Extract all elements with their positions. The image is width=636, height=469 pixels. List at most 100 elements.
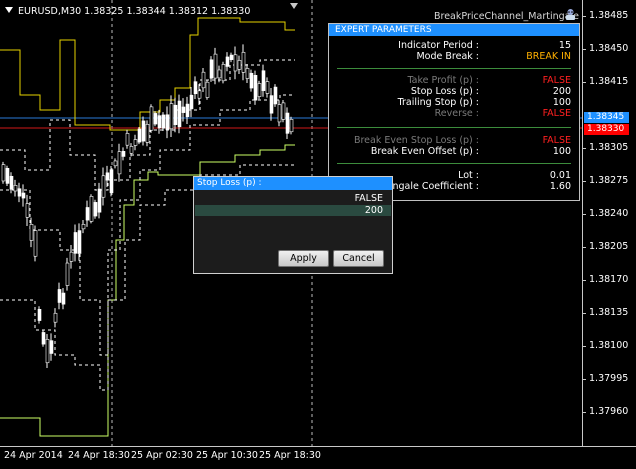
- candle-body: [57, 289, 62, 303]
- candle-body: [181, 106, 186, 113]
- candle-body: [233, 54, 238, 72]
- candle-body: [165, 114, 170, 131]
- candle-body: [201, 71, 206, 89]
- price-tick: [583, 16, 586, 17]
- param-trailing-stop[interactable]: Trailing Stop (p) : 100: [329, 97, 579, 108]
- param-value: 200: [552, 86, 571, 97]
- expert-advisor-name: BreakPriceChannel_Martingale: [434, 11, 579, 22]
- price-tick: [583, 280, 586, 281]
- price-tick: [583, 148, 586, 149]
- candle-body: [229, 54, 234, 60]
- candle-body: [137, 128, 142, 143]
- candle-body: [169, 103, 174, 130]
- param-label: Reverse :: [434, 108, 479, 119]
- price-label: 1.37995: [589, 373, 629, 384]
- time-label: 25 Apr 10:30: [196, 450, 258, 461]
- candle-body: [77, 230, 82, 254]
- candle-body: [69, 251, 74, 262]
- price-label: 1.38205: [589, 241, 629, 252]
- price-axis[interactable]: 1.38485 1.38450 1.38415 1.38345 1.38330 …: [582, 0, 636, 446]
- price-tick: [583, 181, 586, 182]
- candle-body: [113, 160, 118, 167]
- apply-button[interactable]: Apply: [278, 250, 329, 267]
- candle-body: [221, 63, 226, 82]
- candle-body: [25, 203, 30, 218]
- candle-body: [289, 119, 294, 133]
- price-label: 1.38170: [589, 274, 629, 285]
- candle-body: [5, 167, 10, 184]
- candle-body: [261, 70, 266, 91]
- candle-body: [161, 114, 166, 129]
- param-value: 100: [552, 97, 571, 108]
- chart-shift-marker[interactable]: [290, 3, 298, 9]
- candle-body: [53, 312, 58, 323]
- param-label: Break Even Offset (p) :: [370, 146, 479, 157]
- candle-body: [21, 192, 26, 199]
- param-take-profit[interactable]: Take Profit (p) : FALSE: [329, 75, 579, 86]
- candle-body: [1, 164, 6, 182]
- param-value: 1.60: [549, 181, 571, 192]
- param-label: Lot :: [458, 170, 479, 181]
- cancel-button[interactable]: Cancel: [333, 250, 384, 267]
- param-stop-loss[interactable]: Stop Loss (p) : 200: [329, 86, 579, 97]
- candle-body: [157, 115, 162, 129]
- time-label: 24 Apr 18:30: [68, 450, 130, 461]
- candle-body: [93, 202, 98, 217]
- ask-price-badge: 1.38330: [584, 124, 629, 135]
- candle-body: [249, 72, 254, 89]
- param-label: Mode Break :: [416, 51, 479, 62]
- candle-body: [85, 207, 90, 221]
- candle-body: [141, 120, 146, 142]
- candle-body: [185, 103, 190, 117]
- candle-body: [49, 340, 54, 354]
- candle-body: [245, 68, 250, 79]
- candle-body: [205, 81, 210, 98]
- candle-body: [97, 188, 102, 213]
- param-label: Take Profit (p) :: [407, 75, 479, 86]
- candle-body: [273, 86, 278, 105]
- param-value: 100: [552, 146, 571, 157]
- param-label: Break Even Stop Loss (p) :: [353, 135, 479, 146]
- param-value: 15: [558, 40, 571, 51]
- param-break-even-stop-loss[interactable]: Break Even Stop Loss (p) : FALSE: [329, 135, 579, 146]
- candle-body: [285, 112, 290, 134]
- candle-body: [265, 81, 270, 94]
- price-tick: [583, 82, 586, 83]
- time-label: 25 Apr 18:30: [259, 450, 321, 461]
- price-label: 1.38415: [589, 76, 629, 87]
- price-label: 1.37960: [589, 406, 629, 417]
- param-label: ingale Coefficient :: [389, 181, 479, 192]
- candle-body: [225, 56, 230, 67]
- candle-body: [89, 196, 94, 222]
- time-axis[interactable]: 24 Apr 2014 24 Apr 18:30 25 Apr 02:30 25…: [0, 446, 636, 469]
- price-tick: [583, 313, 586, 314]
- candle-body: [73, 232, 78, 254]
- candle-body: [121, 151, 126, 157]
- chart-header: EURUSD,M30 1.38325 1.38344 1.38312 1.383…: [18, 6, 251, 17]
- price-chart[interactable]: EURUSD,M30 1.38325 1.38344 1.38312 1.383…: [0, 0, 582, 446]
- param-indicator-period[interactable]: Indicator Period : 15: [329, 40, 579, 51]
- price-label: 1.38100: [589, 340, 629, 351]
- separator: [337, 68, 571, 69]
- symbol-menu-icon[interactable]: [5, 7, 13, 13]
- candle-body: [149, 106, 154, 131]
- param-value: FALSE: [542, 108, 571, 119]
- candle-body: [237, 60, 242, 70]
- candle-body: [277, 104, 282, 123]
- candle-body: [125, 133, 130, 146]
- dialog-option-false[interactable]: FALSE: [195, 193, 391, 204]
- price-label: 1.38450: [589, 43, 629, 54]
- stop-loss-dialog: Stop Loss (p) : FALSE 200 Apply Cancel: [193, 176, 393, 274]
- param-reverse[interactable]: Reverse : FALSE: [329, 108, 579, 119]
- candle-body: [29, 224, 34, 241]
- expert-advisor-icon[interactable]: [564, 8, 577, 21]
- dialog-option-200[interactable]: 200: [195, 205, 391, 216]
- separator: [337, 127, 571, 128]
- price-label: 1.38485: [589, 10, 629, 21]
- param-mode-break[interactable]: Mode Break : BREAK IN: [329, 51, 579, 62]
- dialog-title: Stop Loss (p) :: [194, 177, 392, 190]
- option-label: FALSE: [354, 193, 383, 204]
- param-break-even-offset[interactable]: Break Even Offset (p) : 100: [329, 146, 579, 157]
- candle-body: [37, 309, 42, 321]
- separator: [337, 163, 571, 164]
